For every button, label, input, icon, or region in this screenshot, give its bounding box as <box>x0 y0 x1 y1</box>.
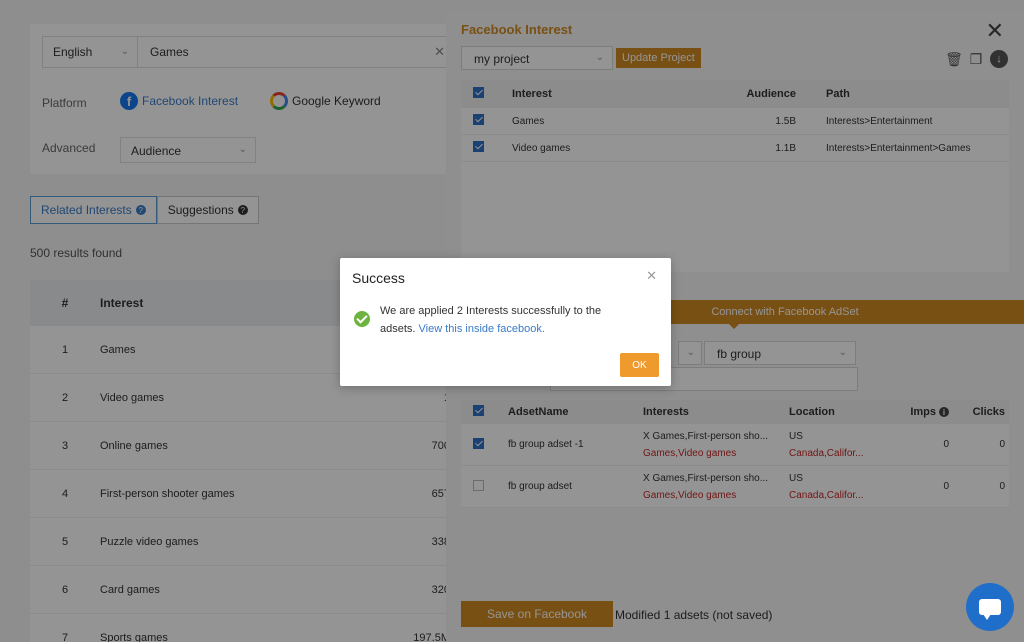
chat-button[interactable] <box>966 583 1014 631</box>
ok-button[interactable]: OK <box>620 353 659 377</box>
view-on-facebook-link[interactable]: View this inside facebook. <box>419 323 545 335</box>
check-circle-icon <box>354 311 370 327</box>
success-modal: Success ✕ We are applied 2 Interests suc… <box>340 258 671 386</box>
close-icon[interactable]: ✕ <box>646 268 657 284</box>
modal-title: Success <box>352 270 405 286</box>
chat-icon <box>979 599 1001 620</box>
modal-message: We are applied 2 Interests successfully … <box>380 302 635 338</box>
